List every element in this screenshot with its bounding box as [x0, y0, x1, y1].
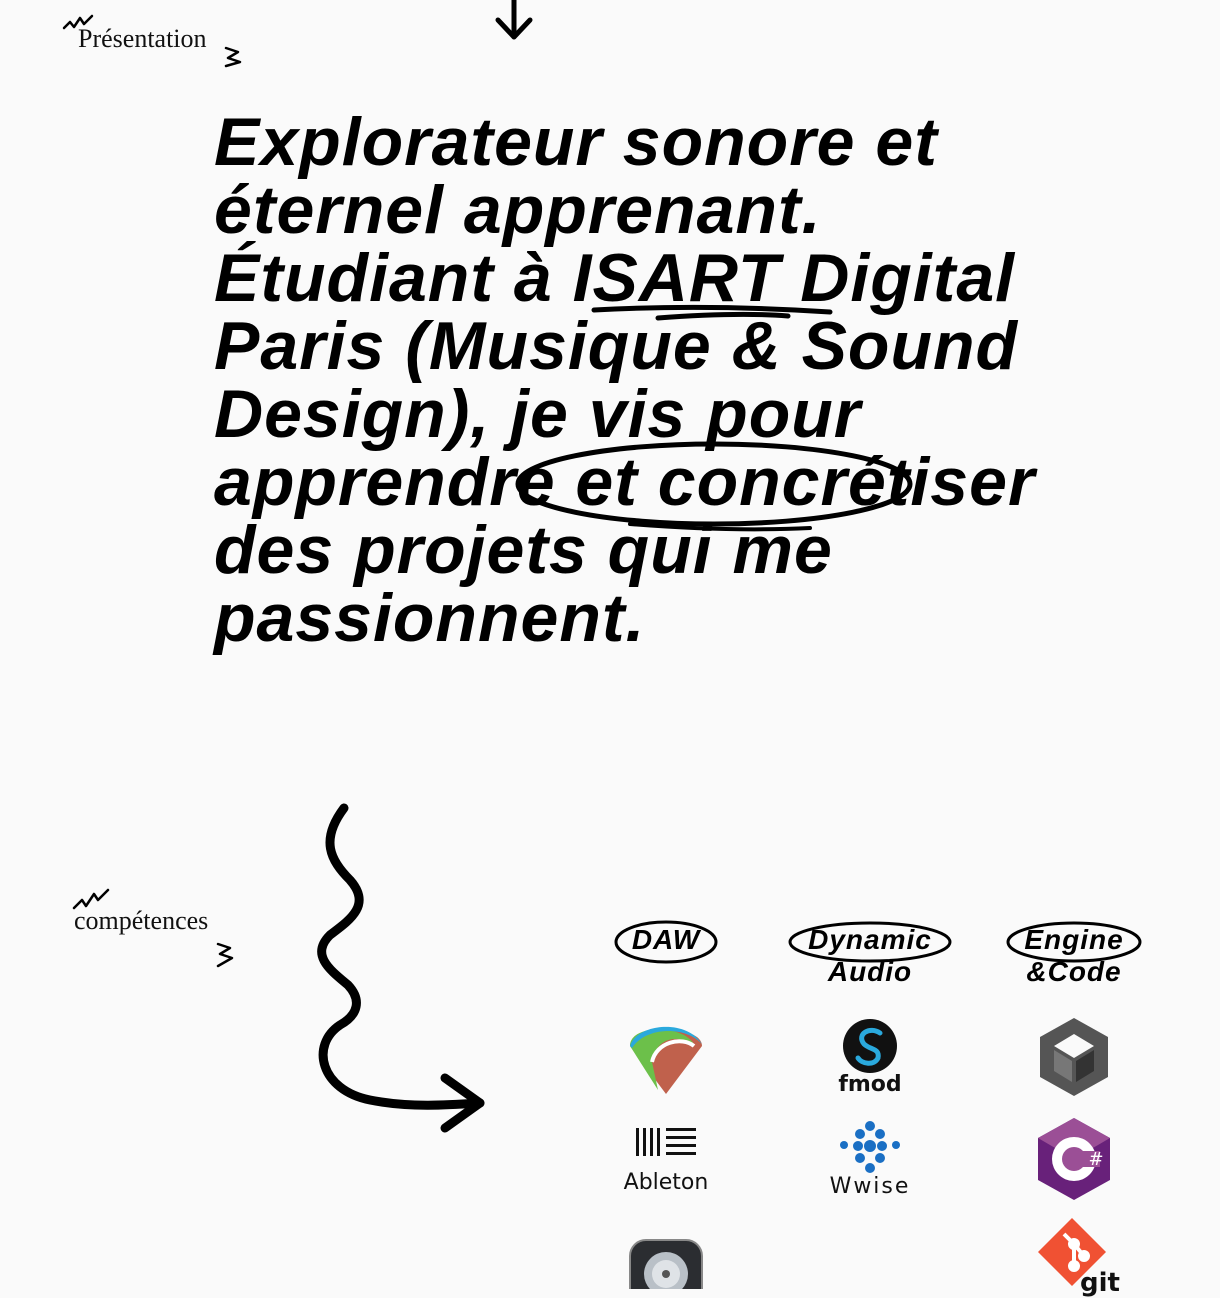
unity-logo-icon [1040, 1018, 1108, 1096]
column-title-dynamic-audio: Dynamic Audio [808, 924, 932, 987]
competence-column-dynamic-audio: Dynamic Audio fmod Wwise [782, 920, 958, 1200]
reaper-logo-icon [630, 1026, 702, 1094]
csharp-logo-glyph: # [1088, 1149, 1103, 1170]
competences-label-wrapper: compétences [70, 884, 260, 974]
ableton-logo-icon [636, 1128, 696, 1156]
ableton-logo-text: Ableton [623, 1170, 709, 1195]
column-title-daw: DAW [631, 924, 701, 955]
csharp-logo-icon: # [1038, 1118, 1110, 1200]
presentation-headline: Explorateur sonore et éternel apprenant.… [214, 108, 1044, 652]
wwise-logo-text: Wwise [829, 1174, 911, 1199]
squiggle-bottom-icon [224, 46, 242, 68]
curvy-arrow-icon [317, 803, 485, 1133]
apprendre-circle-scribble [515, 441, 913, 532]
squiggle-bottom-icon [216, 942, 234, 968]
git-logo-text: git [1080, 1268, 1120, 1298]
column-title-engine-code: Engine &Code [1024, 924, 1124, 987]
logic-pro-logo-icon [629, 1239, 703, 1289]
fmod-logo-text: fmod [838, 1072, 902, 1097]
competences-label: compétences [74, 906, 209, 935]
fmod-logo-icon [843, 1019, 897, 1073]
competence-column-engine-code: Engine &Code # git [994, 920, 1154, 1298]
competence-column-daw: DAW Ableton [600, 920, 732, 1289]
presentation-label-wrapper: Présentation [62, 12, 252, 72]
presentation-label: Présentation [78, 24, 207, 53]
wwise-logo-icon [840, 1121, 900, 1173]
apprendre-highlight: apprendre [214, 444, 556, 520]
scroll-down-arrow-icon [495, 0, 533, 40]
isart-underline-scribble [591, 304, 833, 321]
